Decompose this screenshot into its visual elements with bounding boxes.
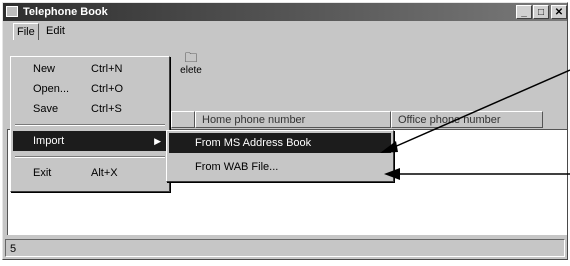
menu-separator: [15, 156, 165, 158]
menu-item-exit[interactable]: Exit Alt+X: [13, 163, 167, 183]
menu-item-shortcut: Ctrl+O: [91, 83, 124, 95]
menu-item-shortcut: Ctrl+S: [91, 103, 122, 115]
folder-delete-icon: 🗀: [184, 50, 198, 65]
app-icon: [6, 6, 18, 17]
menu-item-open[interactable]: Open... Ctrl+O: [13, 79, 167, 99]
menu-item-new[interactable]: New Ctrl+N: [13, 59, 167, 79]
menu-item-label: New: [33, 63, 56, 75]
menu-item-label: Import: [33, 135, 65, 147]
close-button[interactable]: ✕: [551, 5, 567, 19]
menu-separator: [15, 124, 165, 126]
file-menu: New Ctrl+N Open... Ctrl+O Save Ctrl+S Im…: [10, 56, 170, 192]
menu-item-shortcut: Ctrl+N: [91, 63, 123, 75]
menu-item-from-ms-address-book[interactable]: From MS Address Book: [169, 133, 391, 153]
menu-item-save[interactable]: Save Ctrl+S: [13, 99, 167, 119]
menu-item-import[interactable]: Import ▶: [13, 131, 167, 151]
menu-item-label: Save: [33, 103, 59, 115]
menu-file[interactable]: File: [13, 23, 39, 40]
maximize-button[interactable]: □: [533, 5, 549, 19]
column-header-name[interactable]: [171, 111, 195, 128]
menu-item-shortcut: Alt+X: [91, 167, 118, 179]
delete-button-label: elete: [180, 65, 202, 76]
menu-edit[interactable]: Edit: [43, 22, 68, 40]
menu-bar: File Edit: [3, 22, 567, 40]
window-title: Telephone Book: [23, 6, 108, 18]
column-header-home-phone[interactable]: Home phone number: [195, 111, 391, 128]
import-submenu: From MS Address Book From WAB File...: [166, 130, 394, 182]
submenu-arrow-icon: ▶: [154, 136, 161, 146]
title-bar[interactable]: Telephone Book _ □ ✕: [3, 3, 567, 21]
menu-item-label: Exit: [33, 167, 52, 179]
menu-item-label: From MS Address Book: [195, 137, 312, 149]
delete-button[interactable]: 🗀 elete: [171, 51, 211, 79]
menu-item-from-wab-file[interactable]: From WAB File...: [169, 157, 391, 177]
status-text: 5: [10, 243, 17, 255]
column-header-office-phone[interactable]: Office phone number: [391, 111, 543, 128]
menu-item-label: From WAB File...: [195, 161, 279, 173]
menu-item-label: Open...: [33, 83, 70, 95]
status-bar: 5: [5, 239, 565, 257]
minimize-button[interactable]: _: [516, 5, 532, 19]
